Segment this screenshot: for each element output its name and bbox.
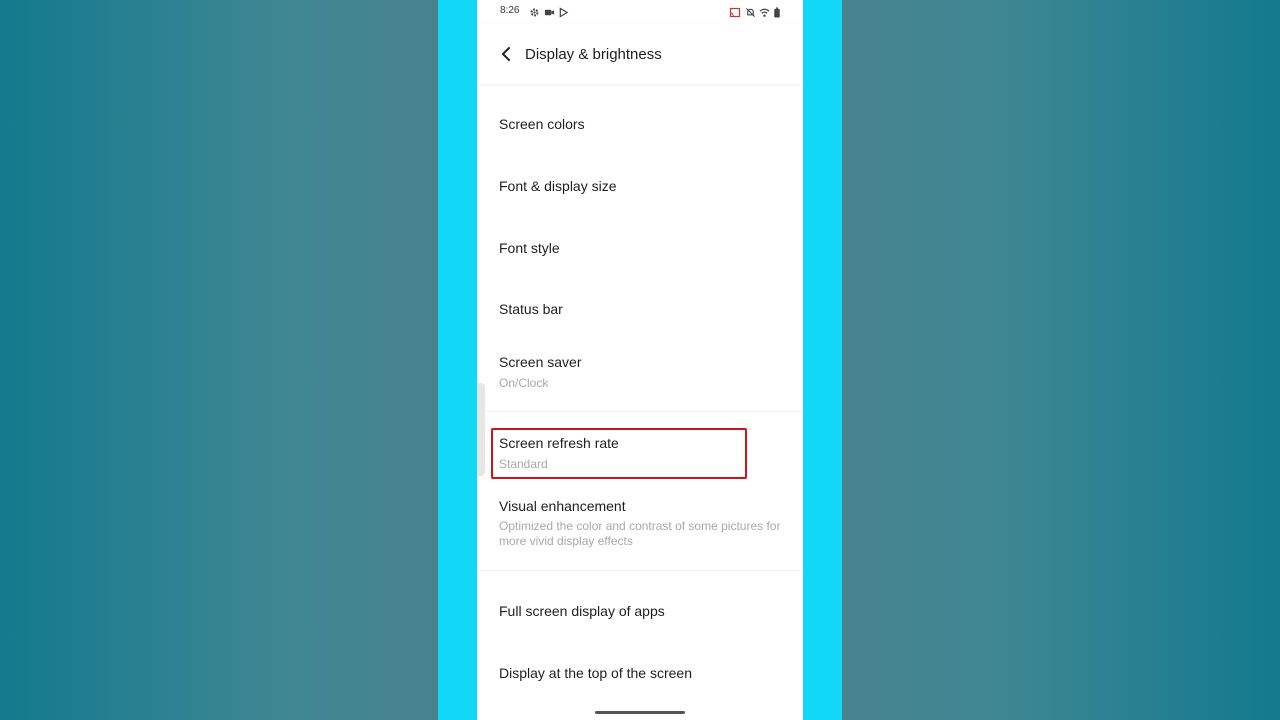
item-title: Screen saver <box>499 354 582 370</box>
side-scroll-handle[interactable] <box>477 383 485 476</box>
settings-item-full-screen-display[interactable]: Full screen display of apps <box>477 587 803 635</box>
status-bar: 8:26 <box>477 0 803 24</box>
play-store-icon <box>558 5 569 18</box>
status-time: 8:26 <box>500 5 520 16</box>
settings-item-font-display-size[interactable]: Font & display size <box>477 162 803 210</box>
item-title: Status bar <box>499 301 563 317</box>
phone-screen: 8:26 Display & brightness Screen colors … <box>477 0 803 720</box>
back-button[interactable] <box>495 43 517 65</box>
app-header: Display & brightness <box>477 24 803 84</box>
battery-icon <box>773 5 784 18</box>
item-title: Full screen display of apps <box>499 603 665 619</box>
item-subtitle: On/Clock <box>499 376 549 390</box>
cast-icon <box>729 5 741 18</box>
video-camera-icon <box>544 5 555 16</box>
item-title: Visual enhancement <box>499 498 626 514</box>
item-title: Screen colors <box>499 116 585 132</box>
settings-item-font-style[interactable]: Font style <box>477 224 803 272</box>
chevron-left-icon <box>502 47 510 61</box>
settings-item-screen-saver[interactable]: Screen saver On/Clock <box>477 338 803 410</box>
page-title: Display & brightness <box>525 46 662 63</box>
item-title: Font style <box>499 240 560 256</box>
item-title: Display at the top of the screen <box>499 665 692 681</box>
settings-item-screen-refresh-rate[interactable]: Screen refresh rate Standard <box>477 420 803 482</box>
item-title: Font & display size <box>499 178 617 194</box>
item-title: Screen refresh rate <box>499 435 619 451</box>
divider <box>477 570 803 571</box>
settings-item-visual-enhancement[interactable]: Visual enhancement Optimized the color a… <box>477 484 803 568</box>
settings-item-display-top-of-screen[interactable]: Display at the top of the screen <box>477 649 803 697</box>
bell-off-icon <box>745 5 756 18</box>
wifi-icon <box>759 5 770 17</box>
home-indicator[interactable] <box>595 711 685 714</box>
gear-icon <box>529 5 540 17</box>
item-subtitle: Standard <box>499 457 548 471</box>
divider <box>477 411 803 412</box>
settings-item-status-bar[interactable]: Status bar <box>477 286 803 334</box>
settings-item-screen-colors[interactable]: Screen colors <box>477 100 803 148</box>
item-subtitle: Optimized the color and contrast of some… <box>499 519 781 548</box>
